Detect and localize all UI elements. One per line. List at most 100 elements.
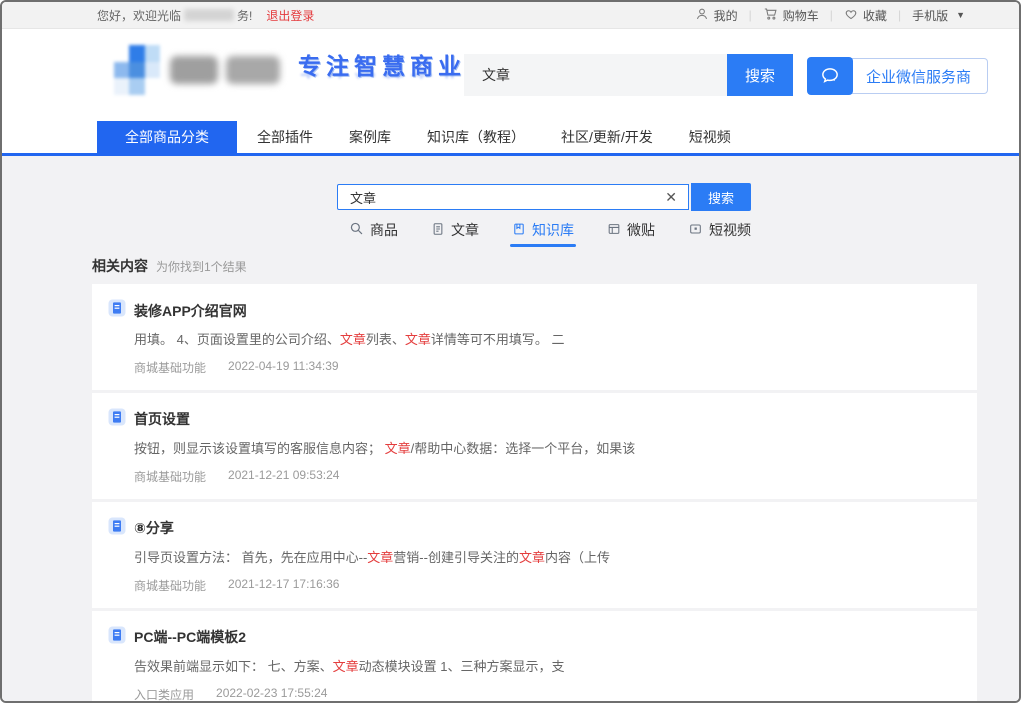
topbar-link-favorites[interactable]: 收藏: [844, 7, 887, 24]
tab-label: 微贴: [627, 220, 655, 240]
snippet-text: 引导页设置方法： 首先，先在应用中心--: [134, 550, 367, 565]
nav-item-all-categories[interactable]: 全部商品分类: [97, 121, 237, 153]
person-icon: [695, 7, 709, 24]
separator: |: [749, 8, 752, 22]
browser-window: 您好，欢迎光临 务! 退出登录 我的 | 购物车 | 收藏 | 手机版 ▼ 专注智慧商业 专注…: [0, 0, 1021, 703]
result-doc-icon: [108, 517, 126, 540]
topbar-links: 我的 | 购物车 | 收藏 | 手机版 ▼: [695, 7, 965, 24]
result-meta: 商城基础功能 2021-12-21 09:53:24: [134, 468, 957, 485]
tab-label: 商品: [370, 220, 398, 240]
book-icon: [512, 222, 526, 239]
header-search-input[interactable]: [464, 54, 727, 96]
caret-down-icon: ▼: [956, 10, 965, 20]
page-search-input[interactable]: [348, 189, 662, 206]
result-date: 2021-12-21 09:53:24: [228, 468, 339, 485]
greeting-suffix: 务!: [237, 7, 252, 24]
result-title[interactable]: ⑧分享: [134, 518, 174, 538]
nav-item-knowledge[interactable]: 知识库（教程）: [427, 121, 525, 153]
result-snippet: 引导页设置方法： 首先，先在应用中心--文章营销--创建引导关注的文章内容（上传: [134, 550, 957, 567]
logout-link[interactable]: 退出登录: [266, 7, 314, 24]
nav-item-cases[interactable]: 案例库: [349, 121, 391, 153]
result-item[interactable]: 首页设置按钮，则显示该设置填写的客服信息内容； 文章/帮助中心数据：选择一个平台…: [92, 393, 977, 499]
search-tab-knowledge[interactable]: 知识库: [512, 220, 574, 247]
result-doc-icon: [108, 626, 126, 649]
snippet-text: /帮助中心数据：选择一个平台，如果该: [411, 441, 636, 456]
result-doc-icon: [108, 408, 126, 431]
results-title: 相关内容: [92, 256, 148, 276]
result-date: 2022-02-23 17:55:24: [216, 686, 327, 701]
result-category: 商城基础功能: [134, 577, 206, 594]
clear-search-icon[interactable]: ✕: [662, 190, 680, 204]
result-item[interactable]: ⑧分享引导页设置方法： 首先，先在应用中心--文章营销--创建引导关注的文章内容…: [92, 502, 977, 608]
blurred-brand-name: [170, 54, 282, 88]
separator: |: [830, 8, 833, 22]
result-item[interactable]: 装修APP介绍官网用填。 4、页面设置里的公司介绍、文章列表、文章详情等可不用填…: [92, 284, 977, 390]
result-category: 入口类应用: [134, 686, 194, 701]
result-doc-icon: [108, 299, 126, 322]
snippet-text: 营销--创建引导关注的: [393, 550, 519, 565]
heart-icon: [844, 7, 858, 24]
topbar-link-label: 购物车: [783, 7, 819, 24]
highlighted-keyword: 文章: [340, 332, 366, 347]
results-list: 装修APP介绍官网用填。 4、页面设置里的公司介绍、文章列表、文章详情等可不用填…: [92, 284, 977, 701]
topbar-link-label: 收藏: [863, 7, 887, 24]
result-date: 2022-04-19 11:34:39: [228, 359, 339, 376]
result-date: 2021-12-17 17:16:36: [228, 577, 339, 594]
highlighted-keyword: 文章: [405, 332, 431, 347]
topbar-link-label: 我的: [714, 7, 738, 24]
highlighted-keyword: 文章: [333, 659, 359, 674]
snippet-text: 列表、: [366, 332, 405, 347]
result-title[interactable]: 装修APP介绍官网: [134, 301, 247, 321]
result-title[interactable]: 首页设置: [134, 409, 190, 429]
result-item[interactable]: PC端--PC端模板2告效果前端显示如下： 七、方案、文章动态模块设置 1、三种…: [92, 611, 977, 701]
snippet-text: 内容（上传: [545, 550, 610, 565]
snippet-text: 详情等可不用填写。 二: [431, 332, 565, 347]
wechat-service-button[interactable]: 企业微信服务商: [807, 57, 988, 95]
nav-item-short-video[interactable]: 短视频: [689, 121, 731, 153]
snippet-text: 动态模块设置 1、三种方案显示，支: [359, 659, 565, 674]
page-search: ✕ 搜索: [337, 183, 751, 211]
separator: |: [898, 8, 901, 22]
header-search: 搜索: [464, 54, 793, 96]
result-meta: 商城基础功能 2022-04-19 11:34:39: [134, 359, 957, 376]
result-category: 商城基础功能: [134, 359, 206, 376]
page-search-button[interactable]: 搜索: [691, 183, 751, 211]
result-title[interactable]: PC端--PC端模板2: [134, 627, 246, 647]
highlighted-keyword: 文章: [519, 550, 545, 565]
result-snippet: 按钮，则显示该设置填写的客服信息内容； 文章/帮助中心数据：选择一个平台，如果该: [134, 441, 957, 458]
search-tab-weitie[interactable]: 微贴: [607, 220, 655, 247]
result-meta: 商城基础功能 2021-12-17 17:16:36: [134, 577, 957, 594]
nav-item-plugins[interactable]: 全部插件: [257, 121, 313, 153]
highlighted-keyword: 文章: [385, 441, 411, 456]
grid-icon: [607, 222, 621, 239]
greeting-text: 您好，欢迎光临 务!: [97, 7, 252, 24]
brand-slogan: 专注智慧商业 专注智慧商业: [298, 47, 466, 93]
topbar-link-label: 手机版: [912, 7, 948, 24]
site-header: 专注智慧商业 专注智慧商业 搜索 企业微信服务商: [2, 29, 1019, 121]
topbar-link-cart[interactable]: 购物车: [763, 7, 819, 24]
topbar-link-my[interactable]: 我的: [695, 7, 738, 24]
snippet-text: 按钮，则显示该设置填写的客服信息内容；: [134, 441, 385, 456]
nav-item-community[interactable]: 社区/更新/开发: [561, 121, 653, 153]
header-search-button[interactable]: 搜索: [727, 54, 793, 96]
blurred-username: [184, 9, 234, 21]
search-tab-goods[interactable]: 商品: [349, 220, 398, 247]
snippet-text: 用填。 4、页面设置里的公司介绍、: [134, 332, 340, 347]
cart-icon: [763, 7, 778, 24]
search-tab-short-video[interactable]: 短视频: [688, 220, 751, 247]
logo-plus-icon: [114, 45, 160, 95]
tab-label: 文章: [451, 220, 479, 240]
result-meta: 入口类应用 2022-02-23 17:55:24: [134, 686, 957, 701]
doc-icon: [431, 222, 445, 239]
result-snippet: 用填。 4、页面设置里的公司介绍、文章列表、文章详情等可不用填写。 二: [134, 332, 957, 349]
tab-label: 短视频: [709, 220, 751, 240]
result-category: 商城基础功能: [134, 468, 206, 485]
tab-label: 知识库: [532, 220, 574, 240]
search-tabs: 商品 文章 知识库 微贴 短视频: [349, 220, 751, 247]
video-icon: [688, 222, 703, 239]
search-results-page: ✕ 搜索 商品文章知识库微贴短视频 相关内容 为你找到1个结果 装修APP介绍官…: [2, 156, 1019, 701]
wechat-chat-icon: [807, 57, 853, 95]
search-tab-article[interactable]: 文章: [431, 220, 479, 247]
topbar-link-mobile[interactable]: 手机版 ▼: [912, 7, 965, 24]
site-logo[interactable]: 专注智慧商业 专注智慧商业: [114, 45, 466, 95]
